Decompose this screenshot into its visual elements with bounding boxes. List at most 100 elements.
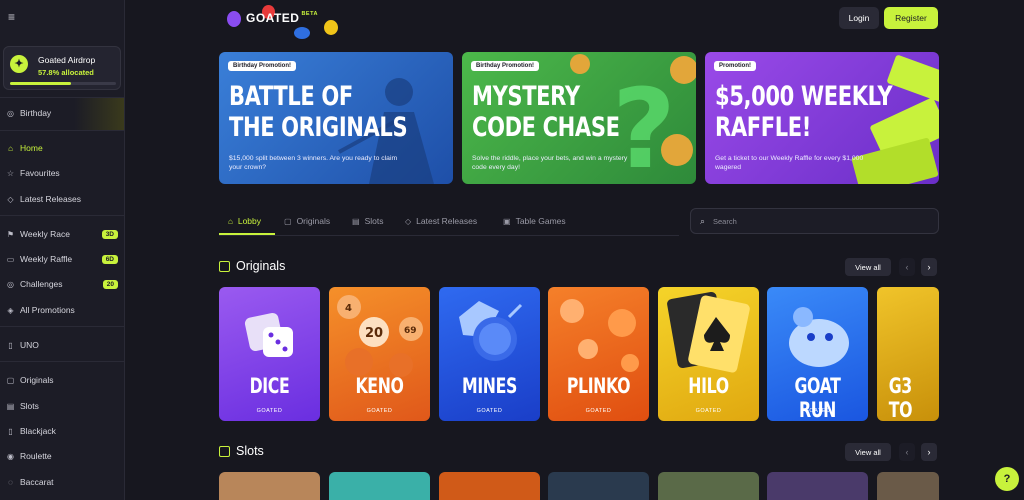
game-card-goat-run[interactable]: GOAT RUN GOATED <box>767 287 868 421</box>
ticket-icon: ▭ <box>6 254 15 264</box>
sidebar-item-slots[interactable]: ▤ Slots <box>6 397 122 415</box>
home-icon: ⌂ <box>8 143 13 153</box>
promo-description: Solve the riddle, place your bets, and w… <box>472 155 628 171</box>
weekly-raffle-badge: 6D <box>101 254 118 264</box>
sidebar-item-label: Blackjack <box>20 426 56 436</box>
support-chat-icon[interactable]: ? <box>995 467 1019 491</box>
balloon-purple-icon <box>227 11 241 27</box>
game-name: PLINKO <box>566 374 631 398</box>
slots-view-all-button[interactable]: View all <box>845 443 891 461</box>
sidebar-item-label: Weekly Raffle <box>20 254 73 264</box>
game-name: KENO <box>355 374 404 398</box>
slot-tile[interactable] <box>329 472 430 500</box>
sidebar-divider <box>0 215 124 216</box>
slot-tile[interactable] <box>219 472 320 500</box>
sidebar-item-latest-releases[interactable]: ◇ Latest Releases <box>6 190 122 208</box>
originals-next-arrow-icon[interactable]: › <box>921 258 937 276</box>
slot-tile[interactable] <box>439 472 540 500</box>
star-icon: ☆ <box>6 168 15 178</box>
section-title-originals: Originals <box>219 259 285 273</box>
slots-icon: ▤ <box>6 401 15 411</box>
sidebar-item-favourites[interactable]: ☆ Favourites <box>6 164 122 182</box>
spade-card-icon <box>667 291 750 373</box>
game-card-plinko[interactable]: PLINKO GOATED <box>548 287 649 421</box>
beta-badge: BETA <box>301 11 319 17</box>
tabs-divider <box>219 235 679 236</box>
game-card-dice[interactable]: DICE GOATED <box>219 287 320 421</box>
tab-originals[interactable]: ▢ Originals <box>284 214 330 228</box>
promo-headline-line: THE ORIGINALS <box>229 112 408 143</box>
game-card-mines[interactable]: MINES GOATED <box>439 287 540 421</box>
promo-headline: $5,000 WEEKLY RAFFLE! <box>715 81 933 143</box>
sidebar-item-all-promotions[interactable]: ◈ All Promotions <box>6 301 122 319</box>
app-root: ≡ ✦ Goated Airdrop 57.8% allocated ◎ Bir… <box>0 0 1024 500</box>
tab-latest-releases[interactable]: ◇ Latest Releases <box>405 214 477 228</box>
search-box[interactable]: ⌕ <box>690 208 939 234</box>
sidebar-item-label: Challenges <box>20 279 63 289</box>
sidebar-item-label: Roulette <box>20 451 52 461</box>
slots-prev-arrow-icon[interactable]: ‹ <box>899 443 915 461</box>
game-card-hilo[interactable]: HILO GOATED <box>658 287 759 421</box>
sidebar-item-challenges[interactable]: ◎ Challenges 20 <box>6 275 122 293</box>
sidebar-item-weekly-race[interactable]: ⚑ Weekly Race 3D <box>6 225 122 243</box>
game-brand: GOATED <box>256 408 283 414</box>
tab-slots[interactable]: ▤ Slots <box>352 214 383 228</box>
sidebar-item-blackjack[interactable]: ▯ Blackjack <box>6 422 122 440</box>
sidebar-item-label: Slots <box>20 401 39 411</box>
sidebar-item-label: Home <box>20 143 43 153</box>
sidebar-item-label: Baccarat <box>20 477 54 487</box>
sidebar-item-label: Birthday <box>20 108 52 118</box>
hamburger-menu-icon[interactable]: ≡ <box>8 11 20 23</box>
slots-section-icon <box>219 445 230 457</box>
tab-label: Table Games <box>515 216 566 226</box>
section-title-text: Slots <box>236 444 264 458</box>
logo-text: GOATED <box>246 11 300 25</box>
game-card-keno[interactable]: 20 4 69 KENO GOATED <box>329 287 430 421</box>
slot-tile[interactable] <box>767 472 868 500</box>
login-button[interactable]: Login <box>839 7 879 29</box>
tab-lobby[interactable]: ⌂ Lobby <box>228 214 261 228</box>
tab-table-games[interactable]: ▣ Table Games <box>503 214 566 228</box>
airdrop-card[interactable]: ✦ Goated Airdrop 57.8% allocated <box>3 46 121 90</box>
svg-text:69: 69 <box>404 326 417 336</box>
sidebar-item-home[interactable]: ⌂ Home <box>6 139 122 157</box>
table-icon: ▣ <box>503 216 511 226</box>
register-button[interactable]: Register <box>884 7 938 29</box>
game-card-g3-to[interactable]: G3 TO <box>877 287 939 421</box>
promo-banner-raffle[interactable]: Promotion! $5,000 WEEKLY RAFFLE! Get a t… <box>705 52 939 184</box>
promo-banner-battle[interactable]: Birthday Promotion! BATTLE OF THE ORIGIN… <box>219 52 453 184</box>
svg-text:4: 4 <box>345 303 352 314</box>
box-icon: ▢ <box>6 375 15 385</box>
box-icon: ▢ <box>284 216 292 226</box>
promo-headline: MYSTERY CODE CHASE <box>472 81 690 143</box>
originals-prev-arrow-icon[interactable]: ‹ <box>899 258 915 276</box>
originals-section-icon <box>219 260 230 272</box>
tab-label: Latest Releases <box>416 216 478 226</box>
sidebar-item-uno[interactable]: ▯ UNO <box>6 336 122 354</box>
promo-headline-line: $5,000 WEEKLY <box>715 81 893 112</box>
promo-headline-line: RAFFLE! <box>715 112 811 143</box>
sidebar-item-label: Favourites <box>20 168 60 178</box>
slots-next-arrow-icon[interactable]: › <box>921 443 937 461</box>
active-tab-indicator <box>219 233 275 235</box>
sidebar-item-weekly-raffle[interactable]: ▭ Weekly Raffle 6D <box>6 250 122 268</box>
keno-balls-icon: 20 4 69 <box>337 295 423 377</box>
sidebar-item-roulette[interactable]: ◉ Roulette <box>6 447 122 465</box>
goated-logo[interactable]: GOATED BETA <box>246 11 318 25</box>
sidebar-item-originals[interactable]: ▢ Originals <box>6 371 122 389</box>
originals-view-all-button[interactable]: View all <box>845 258 891 276</box>
slot-tile[interactable] <box>548 472 649 500</box>
slot-tile[interactable] <box>658 472 759 500</box>
promo-tag: Birthday Promotion! <box>228 61 296 71</box>
slot-tile[interactable] <box>877 472 939 500</box>
sidebar-item-birthday[interactable]: ◎ Birthday <box>6 104 122 122</box>
promo-headline-line: MYSTERY <box>472 81 580 112</box>
search-input[interactable] <box>713 214 923 228</box>
promo-banner-mystery[interactable]: ? Birthday Promotion! MYSTERY CODE CHASE… <box>462 52 696 184</box>
plinko-balls-icon <box>560 299 639 372</box>
game-brand: GOATED <box>585 408 612 414</box>
balloon-blue-icon <box>294 27 310 39</box>
sidebar-item-baccarat[interactable]: ◌ Baccarat <box>6 473 122 491</box>
airdrop-coin-icon: ✦ <box>10 55 28 73</box>
sidebar: ≡ ✦ Goated Airdrop 57.8% allocated ◎ Bir… <box>0 0 125 500</box>
